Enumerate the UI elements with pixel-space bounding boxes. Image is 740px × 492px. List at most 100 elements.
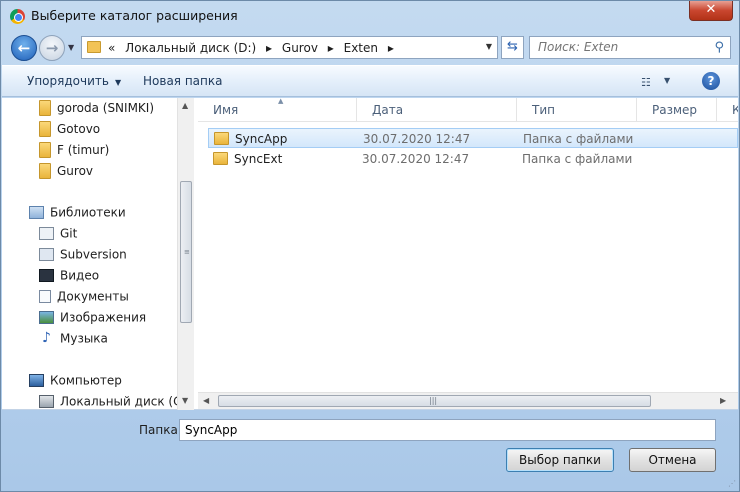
chevron-down-icon: ▼: [114, 78, 122, 87]
organize-button[interactable]: Упорядочить ▼: [27, 74, 121, 88]
tree-item-gurov[interactable]: Gurov: [39, 163, 93, 183]
tree-item-label: Изображения: [60, 310, 147, 325]
window-title: Выберите каталог расширения: [31, 8, 238, 23]
breadcrumb-gurov[interactable]: Gurov: [282, 41, 318, 55]
resize-grip-icon[interactable]: ⋰: [728, 479, 736, 488]
folder-icon: [39, 100, 51, 116]
tree-item-label: Библиотеки: [50, 205, 126, 220]
search-icon[interactable]: ⚲: [714, 40, 724, 55]
scroll-right-icon[interactable]: ▶: [720, 396, 726, 405]
folder-picker-dialog: Выберите каталог расширения ✕ ← → ▼ « Ло…: [0, 0, 740, 492]
folder-icon: [214, 132, 229, 145]
title-bar[interactable]: Выберите каталог расширения ✕: [1, 1, 739, 32]
tree-item-music[interactable]: ♪ Музыка: [39, 331, 108, 351]
tree-item-label: Gurov: [57, 164, 94, 178]
column-name[interactable]: Имя ▲: [198, 98, 357, 122]
folder-icon: [87, 41, 101, 53]
file-row-syncapp[interactable]: SyncApp 30.07.2020 12:47 Папка с файлами: [208, 128, 738, 148]
tree-item-label: Subversion: [60, 247, 127, 262]
tree-item-label: Компьютер: [50, 373, 122, 388]
music-icon: ♪: [42, 330, 51, 346]
search-box[interactable]: ⚲: [529, 36, 731, 59]
libraries-icon: [29, 206, 44, 219]
breadcrumb-overflow[interactable]: «: [108, 41, 115, 55]
forward-button[interactable]: →: [39, 35, 65, 61]
file-date: 30.07.2020 12:47: [363, 132, 471, 146]
column-keywords[interactable]: Кл: [717, 98, 738, 122]
recent-pages-dropdown-icon[interactable]: ▼: [68, 43, 74, 52]
column-name-label: Имя: [213, 103, 239, 117]
close-button[interactable]: ✕: [689, 1, 733, 21]
address-bar[interactable]: « Локальный диск (D:) ▸ Gurov ▸ Exten ▸ …: [81, 36, 498, 59]
folder-name-input[interactable]: [179, 419, 716, 441]
scrollbar-thumb[interactable]: |||: [218, 395, 651, 407]
scroll-up-icon[interactable]: ▲: [182, 101, 188, 110]
sort-ascending-icon: ▲: [278, 98, 284, 105]
computer-icon: [29, 374, 44, 387]
subversion-icon: [39, 248, 54, 261]
tree-item-label: Локальный диск (C:): [60, 394, 180, 409]
tree-item-git[interactable]: Git: [39, 226, 77, 246]
help-button[interactable]: ?: [702, 72, 720, 90]
select-folder-button[interactable]: Выбор папки: [506, 448, 614, 472]
folder-label: Папка:: [139, 423, 182, 437]
folder-icon: [39, 121, 51, 137]
tree-item-f-timur[interactable]: F (timur): [39, 142, 109, 162]
column-type[interactable]: Тип: [517, 98, 637, 122]
tree-item-video[interactable]: Видео: [39, 268, 99, 288]
search-input[interactable]: [538, 40, 708, 54]
tree-item-label: Gotovo: [57, 122, 101, 136]
breadcrumb-separator[interactable]: ▸: [328, 41, 334, 55]
folder-icon: [213, 152, 228, 165]
command-bar: Упорядочить ▼ Новая папка ☷ ▼ ?: [2, 65, 738, 97]
tree-item-documents[interactable]: Документы: [39, 289, 129, 309]
refresh-button[interactable]: ⇆: [501, 36, 524, 59]
tree-item-label: Музыка: [60, 331, 108, 346]
view-dropdown-icon[interactable]: ▼: [664, 76, 670, 85]
file-name: SyncApp: [235, 132, 288, 146]
back-button[interactable]: ←: [11, 35, 37, 61]
tree-item-goroda[interactable]: goroda (SNIMKI): [39, 100, 154, 120]
tree-item-label: Документы: [57, 289, 129, 304]
folder-icon: [39, 163, 51, 179]
tree-item-label: goroda (SNIMKI): [57, 101, 155, 115]
git-icon: [39, 227, 54, 240]
tree-item-disk-c[interactable]: Локальный диск (C:): [39, 394, 180, 410]
navigation-pane[interactable]: goroda (SNIMKI) Gotovo F (timur) Gurov Б…: [2, 98, 180, 410]
breadcrumb-exten[interactable]: Exten: [344, 41, 378, 55]
documents-icon: [39, 290, 51, 303]
file-name: SyncExt: [234, 152, 283, 166]
address-dropdown-icon[interactable]: ▼: [486, 42, 492, 51]
chrome-icon: [10, 9, 25, 24]
navigation-bar: ← → ▼ « Локальный диск (D:) ▸ Gurov ▸ Ex…: [9, 34, 731, 62]
file-list-scrollbar[interactable]: ◀ ||| ▶: [198, 392, 738, 409]
navigation-pane-scrollbar[interactable]: ▲ ≡ ▼: [177, 98, 194, 410]
file-list[interactable]: Имя ▲ Дата Тип Размер Кл SyncApp 30.07.20…: [198, 98, 738, 410]
tree-item-label: F (timur): [57, 143, 110, 157]
new-folder-button[interactable]: Новая папка: [143, 74, 222, 88]
disk-icon: [39, 395, 54, 408]
cancel-button[interactable]: Отмена: [629, 448, 716, 472]
scroll-down-icon[interactable]: ▼: [182, 396, 188, 405]
file-date: 30.07.2020 12:47: [362, 152, 470, 166]
tree-item-images[interactable]: Изображения: [39, 310, 146, 330]
column-size[interactable]: Размер: [637, 98, 717, 122]
grip-icon: |||: [429, 396, 438, 405]
images-icon: [39, 311, 54, 324]
tree-item-label: Git: [60, 226, 78, 241]
column-header: Имя ▲ Дата Тип Размер Кл: [198, 98, 738, 122]
breadcrumb-separator[interactable]: ▸: [388, 41, 394, 55]
tree-item-libraries[interactable]: Библиотеки: [29, 205, 126, 225]
breadcrumb-separator[interactable]: ▸: [266, 41, 272, 55]
refresh-icon: ⇆: [507, 39, 518, 54]
scroll-left-icon[interactable]: ◀: [203, 396, 209, 405]
tree-item-gotovo[interactable]: Gotovo: [39, 121, 100, 141]
tree-item-computer[interactable]: Компьютер: [29, 373, 122, 393]
column-date[interactable]: Дата: [357, 98, 517, 122]
file-row-syncext[interactable]: SyncExt 30.07.2020 12:47 Папка с файлами: [208, 149, 738, 169]
tree-item-label: Видео: [60, 268, 100, 283]
view-options-icon[interactable]: ☷: [641, 76, 651, 89]
breadcrumb-drive-d[interactable]: Локальный диск (D:): [125, 41, 256, 55]
tree-item-subversion[interactable]: Subversion: [39, 247, 127, 267]
scrollbar-thumb[interactable]: ≡: [180, 181, 192, 323]
